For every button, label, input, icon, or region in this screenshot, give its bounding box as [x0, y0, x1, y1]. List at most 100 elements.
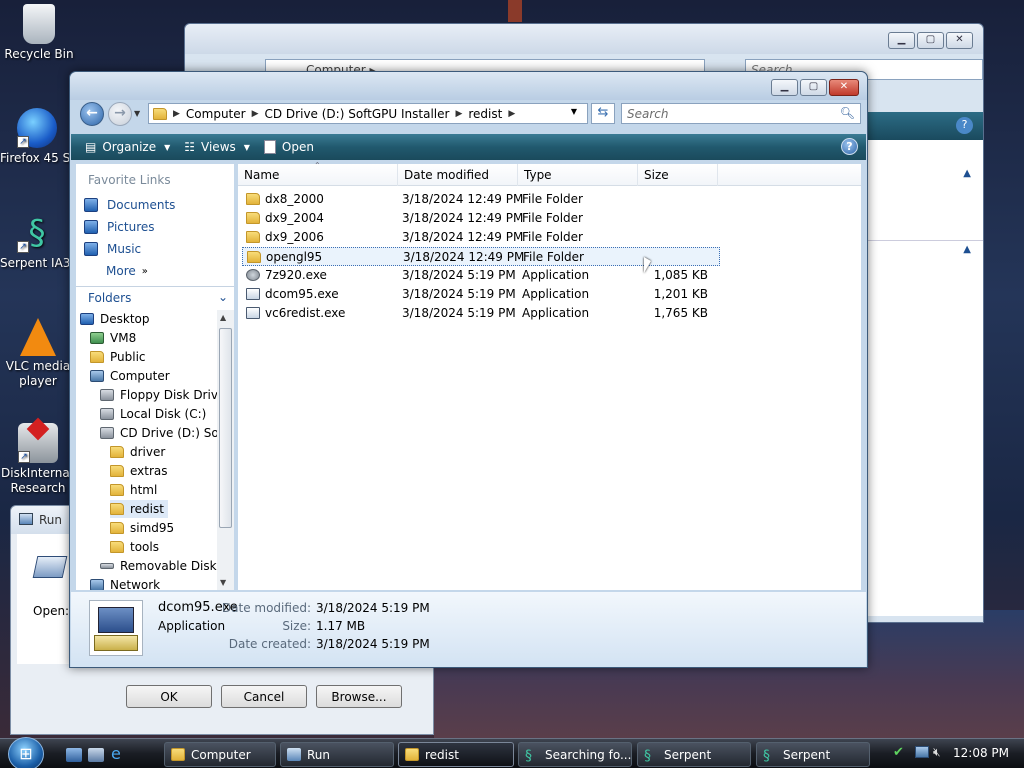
chevron-right-icon: »	[141, 265, 148, 277]
breadcrumb-separator[interactable]: ▶	[173, 109, 180, 119]
file-row[interactable]: dx9_2006 3/18/2024 12:49 PM File Folder	[242, 228, 720, 247]
address-field[interactable]: ▶ Computer ▶ CD Drive (D:) SoftGPU Insta…	[148, 103, 588, 124]
file-row[interactable]: vc6redist.exe 3/18/2024 5:19 PM Applicatio…	[242, 304, 720, 323]
minimize-button[interactable]: ▁	[771, 79, 798, 96]
internet-explorer-icon[interactable]: e	[111, 744, 127, 763]
safely-remove-hardware-icon[interactable]: ✔	[893, 745, 904, 760]
scroll-up-arrow[interactable]: ▲	[220, 313, 226, 322]
breadcrumb-cd-drive[interactable]: CD Drive (D:) SoftGPU Installer	[265, 107, 450, 121]
close-button[interactable]: ✕	[946, 32, 973, 49]
chevron-up-icon[interactable]: ▲	[963, 244, 971, 255]
scroll-down-arrow[interactable]: ▼	[220, 578, 226, 587]
tree-item-network[interactable]: Network	[90, 576, 160, 590]
column-header-name[interactable]: Name ⌃	[238, 161, 398, 186]
desktop-icon-firefox[interactable]: ↗ Firefox 45 SSE	[0, 108, 74, 166]
help-icon[interactable]: ?	[956, 117, 973, 134]
desktop-icon-vlc[interactable]: VLC media player	[1, 318, 75, 389]
taskbar-item-computer[interactable]: Computer	[164, 742, 276, 767]
window-titlebar[interactable]	[185, 24, 983, 54]
refresh-button[interactable]: ⇆	[591, 103, 615, 124]
taskbar-item-run[interactable]: Run	[280, 742, 394, 767]
breadcrumb-separator[interactable]: ▶	[508, 109, 515, 119]
file-row[interactable]: dx9_2004 3/18/2024 12:49 PM File Folder	[242, 209, 720, 228]
file-row[interactable]: dx8_2000 3/18/2024 12:49 PM File Folder	[242, 190, 720, 209]
recent-pages-dropdown[interactable]: ▼	[134, 109, 140, 118]
file-row[interactable]: dcom95.exe 3/18/2024 5:19 PM Application 1,…	[242, 285, 720, 304]
taskbar-item-serpent-1[interactable]: § Serpent	[637, 742, 751, 767]
maximize-button[interactable]: ▢	[800, 79, 827, 96]
application-icon	[89, 600, 143, 656]
tree-item-local-disk[interactable]: Local Disk (C:)	[100, 405, 206, 423]
forward-button[interactable]: →	[108, 102, 132, 126]
network-icon[interactable]	[915, 746, 929, 758]
tree-item-computer[interactable]: Computer	[90, 367, 170, 385]
file-date-modified: 3/18/2024 12:49 PM	[402, 230, 524, 244]
desktop-icon-recycle-bin[interactable]: Recycle Bin	[2, 4, 76, 62]
clock[interactable]: 12:08 PM	[953, 746, 1009, 760]
tree-item-public[interactable]: Public	[90, 348, 146, 366]
search-icon[interactable]: 🔍︎	[840, 106, 855, 120]
address-dropdown-arrow[interactable]: ▼	[571, 107, 577, 116]
removable-disk-icon	[100, 563, 114, 569]
folder-tree-scrollbar[interactable]: ▲ ▼	[217, 310, 234, 590]
tree-item-desktop[interactable]: Desktop	[80, 310, 150, 328]
tree-item-html[interactable]: html	[110, 481, 157, 499]
column-header-date-modified[interactable]: Date modified	[398, 164, 518, 186]
help-icon[interactable]: ?	[841, 138, 858, 155]
favorite-link-music[interactable]: Music	[84, 242, 141, 256]
open-button[interactable]: Open	[263, 140, 314, 154]
switch-windows-icon[interactable]	[88, 748, 104, 762]
tree-item-floppy[interactable]: Floppy Disk Drive (	[100, 386, 217, 404]
tree-item-redist[interactable]: redist	[110, 500, 168, 518]
application-icon	[246, 288, 260, 300]
tree-item-cd-drive[interactable]: CD Drive (D:) SoftG	[100, 424, 217, 442]
back-button[interactable]: ←	[80, 102, 104, 126]
favorite-link-more[interactable]: More »	[106, 264, 148, 278]
desktop-icon-diskinternals[interactable]: ↗ DiskInternals Research	[1, 417, 75, 496]
tree-item-removable-disk[interactable]: Removable Disk (E	[100, 557, 217, 575]
favorite-link-pictures[interactable]: Pictures	[84, 220, 155, 234]
column-header-type[interactable]: Type	[518, 164, 638, 186]
breadcrumb-separator[interactable]: ▶	[252, 109, 259, 119]
tree-item-driver[interactable]: driver	[110, 443, 165, 461]
diskinternals-icon: ↗	[18, 417, 58, 463]
taskbar-item-searching[interactable]: § Searching fo...	[518, 742, 632, 767]
tree-item-tools[interactable]: tools	[110, 538, 159, 556]
address-bar: ← → ▼ ▶ Computer ▶ CD Drive (D:) SoftGPU…	[78, 100, 861, 126]
breadcrumb-computer[interactable]: Computer	[186, 107, 246, 121]
file-name: vc6redist.exe	[246, 306, 345, 320]
search-input[interactable]: Search 🔍︎	[621, 103, 861, 124]
breadcrumb-separator[interactable]: ▶	[455, 109, 462, 119]
minimize-button[interactable]: ▁	[888, 32, 915, 49]
window-titlebar[interactable]	[70, 72, 867, 100]
show-desktop-icon[interactable]	[66, 748, 82, 762]
serpent-icon: §	[763, 748, 770, 764]
favorite-link-documents[interactable]: Documents	[84, 198, 175, 212]
file-name: dx9_2006	[246, 230, 324, 244]
breadcrumb-redist[interactable]: redist	[468, 107, 502, 121]
tree-item-extras[interactable]: extras	[110, 462, 168, 480]
file-size: 1,201 KB	[653, 287, 708, 301]
taskbar-item-serpent-2[interactable]: § Serpent	[756, 742, 870, 767]
close-button[interactable]: ✕	[829, 79, 859, 96]
desktop-icon-serpent[interactable]: § ↗ Serpent IA32	[0, 213, 74, 271]
file-date-modified: 3/18/2024 5:19 PM	[402, 268, 516, 282]
organize-button[interactable]: ▤ Organize ▼	[85, 140, 170, 154]
volume-muted-icon[interactable]: 🔇︎	[933, 745, 941, 760]
ok-button[interactable]: OK	[126, 685, 212, 708]
views-button[interactable]: ☷ Views ▼	[184, 140, 250, 154]
column-header-size[interactable]: Size	[638, 164, 718, 186]
desktop-icon	[80, 313, 94, 325]
explorer-window-redist[interactable]: ▁ ▢ ✕ ← → ▼ ▶ Computer ▶ CD Drive (D:) S…	[69, 71, 868, 668]
chevron-up-icon[interactable]: ▲	[963, 168, 971, 179]
taskbar-item-redist[interactable]: redist	[398, 742, 514, 767]
tree-item-vm8[interactable]: VM8	[90, 329, 136, 347]
browse-button[interactable]: Browse...	[316, 685, 402, 708]
cd-drive-icon	[100, 427, 114, 439]
tree-item-simd95[interactable]: simd95	[110, 519, 174, 537]
cancel-button[interactable]: Cancel	[221, 685, 307, 708]
start-button[interactable]: ⊞	[8, 737, 44, 768]
folders-header[interactable]: Folders ⌄	[76, 286, 234, 308]
scrollbar-thumb[interactable]	[219, 328, 232, 528]
maximize-button[interactable]: ▢	[917, 32, 944, 49]
